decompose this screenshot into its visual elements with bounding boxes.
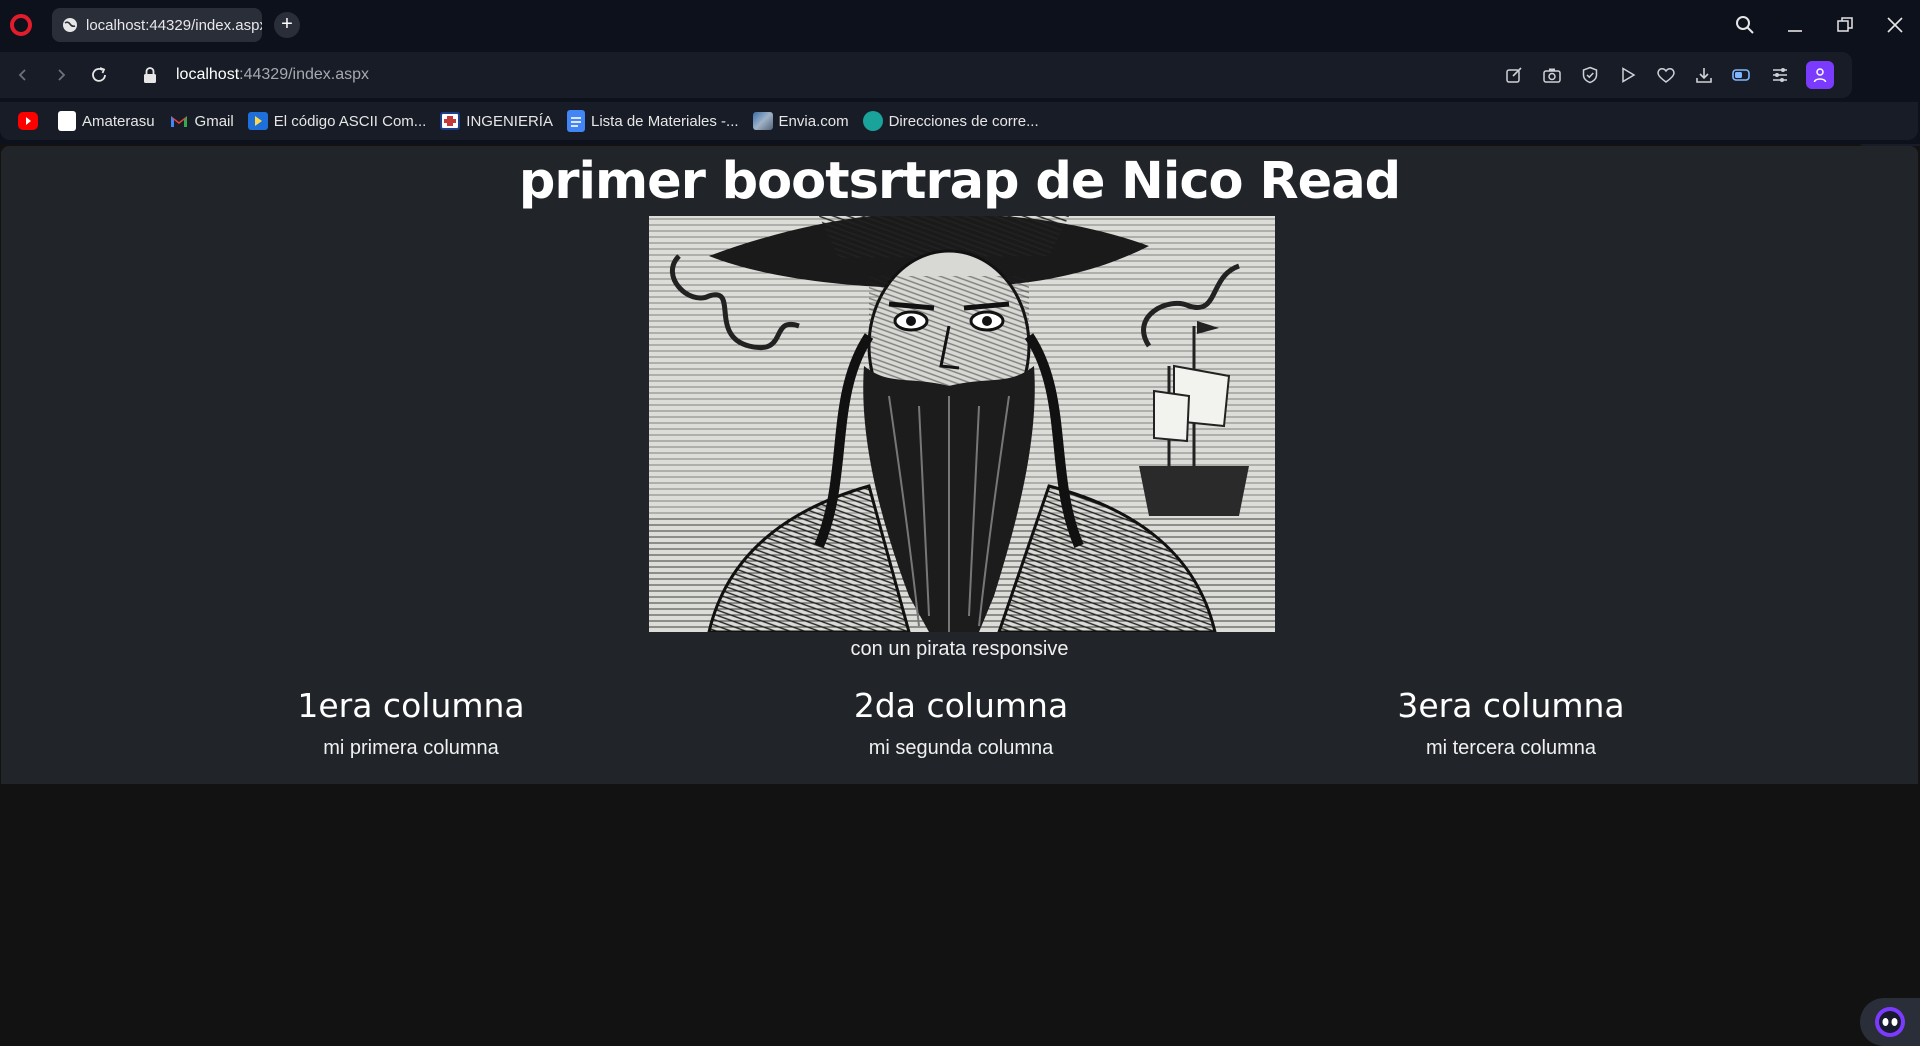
edit-icon[interactable] [1502,63,1526,87]
pirate-image [649,216,1275,632]
bookmark-label: Gmail [194,112,234,130]
bookmark-label: Envia.com [778,112,849,130]
camera-icon[interactable] [1540,63,1564,87]
bookmark-label: Amaterasu [82,112,155,130]
column-heading: 3era columna [1397,686,1625,725]
heart-icon[interactable] [1654,63,1678,87]
bookmark-label: El código ASCII Com... [273,112,427,130]
aria-assistant-button[interactable] [1860,998,1920,1046]
youtube-icon [18,112,38,130]
column-text: mi tercera columna [1425,737,1597,759]
shield-icon[interactable] [1578,63,1602,87]
bookmark-label: Direcciones de corre... [888,112,1039,130]
column-3: 3era columna mi tercera columna [1231,686,1791,760]
docs-icon [566,110,585,132]
back-icon[interactable] [4,56,42,94]
active-tab[interactable]: localhost:44329/index.aspx [52,8,262,42]
image-caption: con un pirata responsive [850,638,1069,660]
tab-title: localhost:44329/index.aspx [86,16,262,34]
bookmark-direcciones[interactable]: Direcciones de corre... [862,111,1039,131]
address-bar-row: localhost:44329/index.aspx [0,50,1920,148]
aria-icon [1875,1007,1905,1037]
bookmark-page-icon [58,111,76,131]
reload-icon[interactable] [80,56,118,94]
column-2: 2da columna mi segunda columna [681,686,1241,760]
minimize-icon[interactable] [1784,14,1806,36]
page-title: primer bootsrtrap de Nico Read [518,152,1401,211]
column-text: mi primera columna [323,737,499,759]
gmail-icon [170,116,187,127]
ascii-site-icon [247,112,268,130]
bookmark-envia[interactable]: Envia.com [752,112,849,130]
globe-icon [63,18,77,32]
tab-bar: localhost:44329/index.aspx + [0,0,1920,50]
column-text: mi segunda columna [868,737,1054,759]
search-icon[interactable] [1734,14,1756,36]
download-icon[interactable] [1692,63,1716,87]
mail-directions-icon [862,111,883,131]
column-1: 1era columna mi primera columna [131,686,691,760]
close-icon[interactable] [1884,14,1906,36]
bookmark-gmail[interactable]: Gmail [169,112,234,130]
url-field[interactable]: localhost:44329/index.aspx [176,66,369,84]
page-viewport: primer bootsrtrap de Nico Read con un pi… [0,146,1920,1046]
play-icon[interactable] [1616,63,1640,87]
profile-icon[interactable] [1806,61,1834,89]
bookmarks-bar-row: Amaterasu Gmail El código ASCII Com... I… [0,100,1920,144]
lock-icon[interactable] [142,66,158,84]
easy-setup-icon[interactable] [1768,63,1792,87]
envia-icon [752,112,773,130]
bookmark-lista-materiales[interactable]: Lista de Materiales -... [566,110,739,132]
bookmark-amaterasu[interactable]: Amaterasu [58,111,155,131]
opera-logo-icon[interactable] [10,14,32,36]
bookmarks-bar: Amaterasu Gmail El código ASCII Com... I… [0,102,1918,140]
battery-saver-icon[interactable] [1730,63,1754,87]
ingenieria-icon [440,112,461,130]
url-host: localhost [176,66,240,83]
bookmark-label: INGENIERÍA [466,112,553,130]
new-tab-button[interactable]: + [274,12,300,38]
forward-icon[interactable] [42,56,80,94]
restore-icon[interactable] [1834,14,1856,36]
address-bar: localhost:44329/index.aspx [0,52,1852,98]
column-heading: 1era columna [297,686,525,725]
bookmark-ingenieria[interactable]: INGENIERÍA [440,112,553,130]
column-heading: 2da columna [853,686,1069,725]
bookmark-youtube[interactable] [18,112,44,130]
url-path: :44329/index.aspx [239,66,370,83]
bootstrap-container: primer bootsrtrap de Nico Read con un pi… [1,146,1918,784]
bookmark-ascii[interactable]: El código ASCII Com... [247,112,427,130]
bookmark-label: Lista de Materiales -... [590,112,739,130]
